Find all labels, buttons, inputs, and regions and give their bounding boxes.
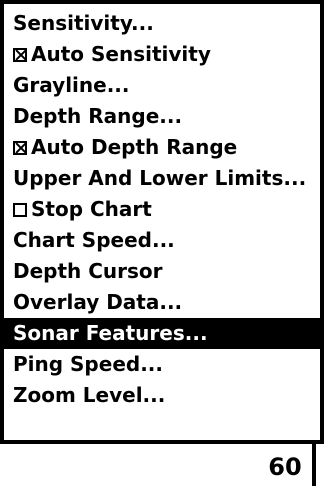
menu-item-upper-and-lower-limits[interactable]: Upper And Lower Limits... xyxy=(4,163,320,194)
checked-checkbox-icon[interactable] xyxy=(13,48,27,62)
menu-item-label: Stop Chart xyxy=(31,197,152,221)
menu-item-grayline[interactable]: Grayline... xyxy=(4,70,320,101)
menu-item-label: Auto Sensitivity xyxy=(31,42,211,66)
menu-item-sensitivity[interactable]: Sensitivity... xyxy=(4,8,320,39)
menu-item-stop-chart[interactable]: Stop Chart xyxy=(4,194,320,225)
sonar-screen: Sensitivity... Auto Sensitivity Grayline… xyxy=(0,0,324,486)
menu-item-auto-sensitivity[interactable]: Auto Sensitivity xyxy=(4,39,320,70)
menu-item-sonar-features[interactable]: Sonar Features... xyxy=(4,318,320,349)
unchecked-checkbox-icon[interactable] xyxy=(13,203,27,217)
menu-item-label: Chart Speed... xyxy=(13,228,175,252)
status-bar: 60 xyxy=(0,444,324,486)
menu-item-label: Zoom Level... xyxy=(13,383,166,407)
menu-item-auto-depth-range[interactable]: Auto Depth Range xyxy=(4,132,320,163)
menu-item-label: Depth Range... xyxy=(13,104,183,128)
depth-scale-value: 60 xyxy=(268,453,302,481)
menu-item-label: Overlay Data... xyxy=(13,290,183,314)
menu-item-ping-speed[interactable]: Ping Speed... xyxy=(4,349,320,380)
menu-item-label: Ping Speed... xyxy=(13,352,163,376)
menu-item-label: Auto Depth Range xyxy=(31,135,238,159)
menu-item-overlay-data[interactable]: Overlay Data... xyxy=(4,287,320,318)
menu-item-zoom-level[interactable]: Zoom Level... xyxy=(4,380,320,411)
menu-item-label: Grayline... xyxy=(13,73,130,97)
menu-item-label: Sensitivity... xyxy=(13,11,154,35)
menu-item-depth-cursor[interactable]: Depth Cursor xyxy=(4,256,320,287)
scale-edge-line xyxy=(312,444,316,486)
menu-item-label: Upper And Lower Limits... xyxy=(13,166,307,190)
menu-item-chart-speed[interactable]: Chart Speed... xyxy=(4,225,320,256)
sonar-menu: Sensitivity... Auto Sensitivity Grayline… xyxy=(0,0,324,444)
menu-item-depth-range[interactable]: Depth Range... xyxy=(4,101,320,132)
menu-item-label: Depth Cursor xyxy=(13,259,163,283)
checked-checkbox-icon[interactable] xyxy=(13,141,27,155)
menu-item-label: Sonar Features... xyxy=(13,321,208,345)
